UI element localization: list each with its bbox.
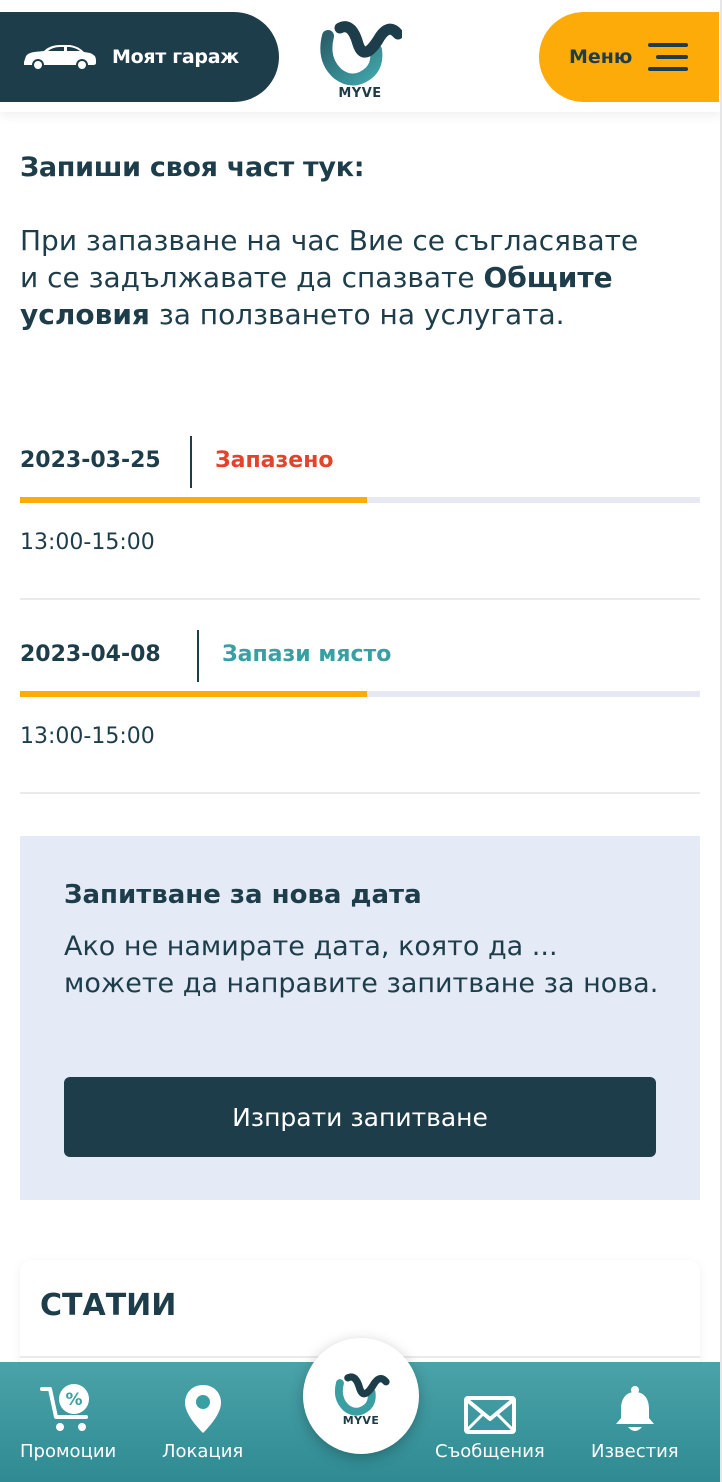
- nav-notifications-label: Известия: [591, 1441, 679, 1462]
- my-garage-label: Моят гараж: [112, 46, 239, 68]
- nav-promotions[interactable]: % Промоции: [20, 1383, 116, 1462]
- slot-separator: [20, 598, 700, 600]
- car-icon: [24, 45, 96, 71]
- slot-divider: [190, 436, 192, 488]
- center-logo-wordmark: MYVE: [342, 1413, 380, 1427]
- slot-capacity-bar: [20, 691, 700, 697]
- app-header: Моят гараж MYVE Меню: [0, 0, 722, 112]
- slot-time: 13:00-15:00: [20, 724, 155, 749]
- slot-date: 2023-03-25: [20, 448, 161, 473]
- slot-date: 2023-04-08: [20, 642, 161, 667]
- menu-button[interactable]: Меню: [539, 12, 719, 102]
- bell-icon: [615, 1386, 654, 1431]
- slot-capacity-bar: [20, 497, 700, 503]
- slot-time: 13:00-15:00: [20, 530, 155, 555]
- myve-logo[interactable]: MYVE: [318, 10, 404, 104]
- location-pin-icon: [184, 1385, 221, 1433]
- slot-separator: [20, 792, 700, 794]
- nav-location[interactable]: Локация: [162, 1383, 243, 1462]
- intro-text-after: за ползването на услугата.: [149, 298, 565, 331]
- myve-logo-mark: [320, 21, 404, 86]
- my-garage-button[interactable]: Моят гараж: [0, 12, 279, 102]
- nav-messages[interactable]: Съобщения: [435, 1395, 545, 1462]
- slot-status-reserved[interactable]: Запазено: [215, 448, 334, 473]
- envelope-icon: [463, 1396, 516, 1434]
- nav-messages-label: Съобщения: [435, 1441, 545, 1462]
- request-text: Ако не намирате дата, която да ... может…: [64, 931, 659, 999]
- bottom-navigation: % Промоции Локация MYVE Съобщения Извест…: [0, 1338, 722, 1482]
- slot-divider: [197, 630, 199, 682]
- articles-title: СТАТИИ: [40, 1288, 177, 1323]
- nav-promotions-label: Промоции: [20, 1441, 117, 1462]
- slot-capacity-fill: [20, 691, 367, 697]
- nav-notifications[interactable]: Известия: [591, 1385, 679, 1462]
- center-logo-button[interactable]: MYVE: [303, 1338, 419, 1454]
- slot-capacity-fill: [20, 497, 367, 503]
- myve-logo-mark: [334, 1372, 390, 1416]
- svg-text:%: %: [66, 1390, 83, 1410]
- slot-reserve-button[interactable]: Запази място: [222, 642, 391, 667]
- page-title: Запиши своя част тук:: [20, 152, 365, 183]
- logo-wordmark: MYVE: [338, 86, 382, 101]
- send-request-button[interactable]: Изпрати запитване: [64, 1077, 656, 1157]
- menu-label: Меню: [569, 46, 633, 68]
- request-title: Запитване за нова дата: [64, 880, 422, 910]
- terms-intro: При запазване на час Вие се съгласявате …: [20, 222, 660, 333]
- new-date-request-card: Запитване за нова дата Ако не намирате д…: [20, 836, 700, 1200]
- nav-location-label: Локация: [162, 1441, 244, 1462]
- hamburger-icon: [648, 43, 689, 71]
- cart-percent-icon: %: [40, 1384, 90, 1431]
